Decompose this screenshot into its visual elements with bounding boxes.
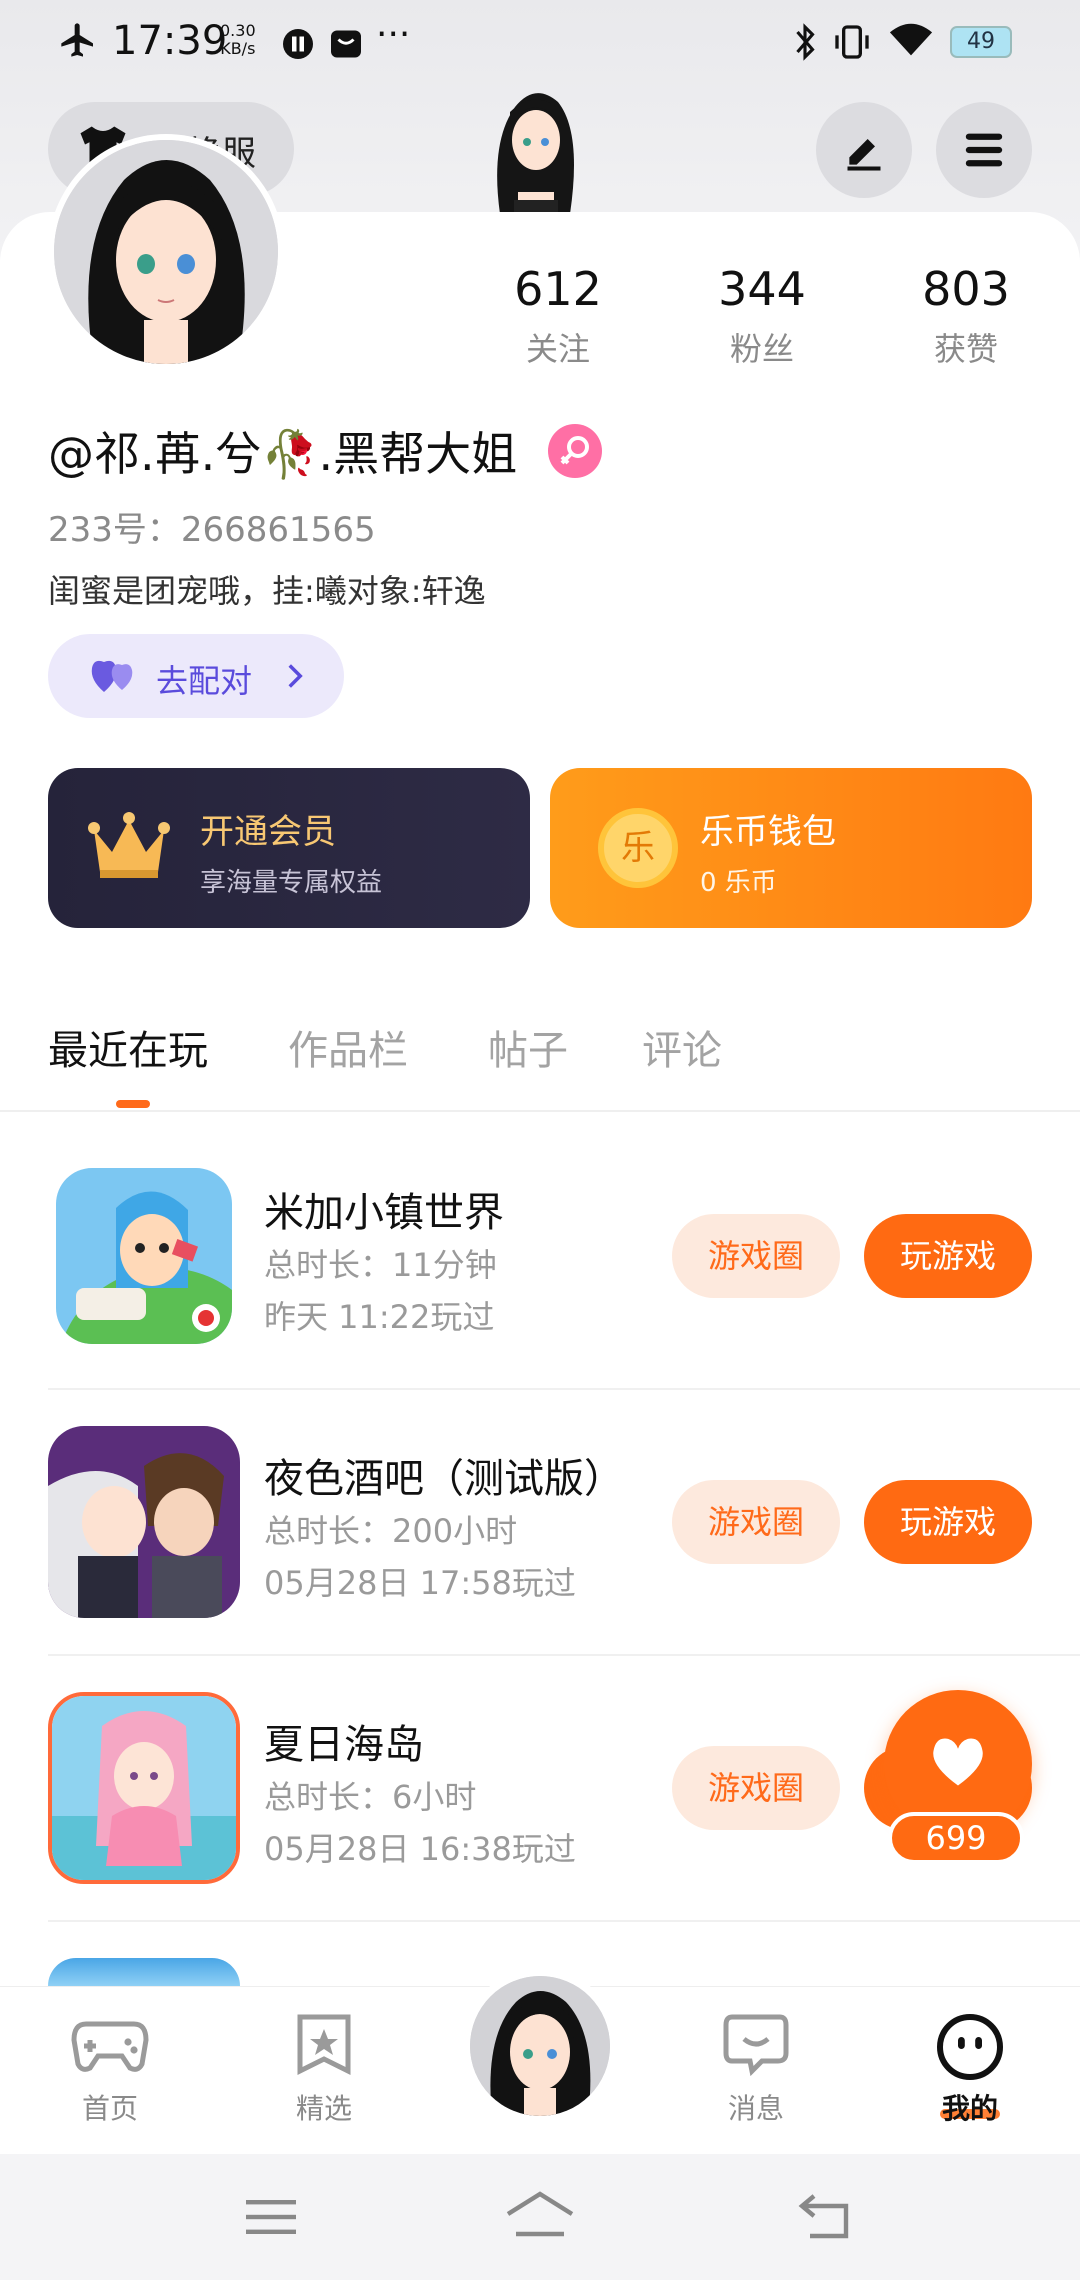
stat-following-label: 关注 bbox=[525, 330, 590, 368]
game-icon-miga bbox=[56, 1168, 232, 1344]
wallet-card[interactable]: 乐 乐币钱包 0 乐币 bbox=[550, 768, 1032, 928]
character-figure-top bbox=[497, 93, 574, 214]
back-icon[interactable] bbox=[794, 2192, 852, 2240]
nav-home[interactable]: 首页 bbox=[40, 1987, 180, 2155]
match-button[interactable]: 去配对 bbox=[48, 634, 344, 718]
stat-fans-label: 粉丝 bbox=[729, 330, 794, 368]
tab-works[interactable]: 作品栏 bbox=[288, 1018, 408, 1076]
crown-icon bbox=[88, 812, 170, 878]
network-speed: 0.30 KB/s bbox=[220, 21, 256, 58]
nav-avatar-image bbox=[470, 1976, 610, 2116]
status-bar: 17:39 0.30 KB/s ··· 49 bbox=[0, 0, 1080, 84]
game-icon-summer-island bbox=[48, 1692, 240, 1884]
game-circle-button[interactable]: 游戏圈 bbox=[672, 1480, 840, 1564]
game-row[interactable]: 夜色酒吧（测试版） 总时长：200小时 05月28日 17:58玩过 游戏圈 玩… bbox=[0, 1426, 1080, 1700]
profile-avatar[interactable] bbox=[48, 134, 284, 370]
mail-notification-icon bbox=[331, 30, 361, 58]
nav-me[interactable]: 我的 bbox=[900, 1987, 1040, 2155]
stat-likes-label: 获赞 bbox=[933, 330, 998, 368]
stat-fans[interactable]: 344 粉丝 bbox=[682, 262, 842, 370]
row-divider bbox=[48, 1920, 1080, 1922]
heart-icon bbox=[933, 1738, 983, 1786]
bluetooth-icon bbox=[796, 23, 815, 61]
battery-icon: 49 bbox=[950, 26, 1012, 58]
edit-profile-button[interactable] bbox=[816, 102, 912, 198]
gamepad-icon bbox=[71, 2021, 149, 2072]
game-icon-partial bbox=[48, 1958, 240, 1986]
game-duration: 总时长：11分钟 bbox=[264, 1246, 497, 1284]
game-duration: 总时长：200小时 bbox=[264, 1512, 518, 1550]
nav-featured-label: 精选 bbox=[295, 2092, 352, 2125]
user-id: 233号：266861565 bbox=[48, 510, 376, 550]
tab-comments[interactable]: 评论 bbox=[642, 1018, 722, 1076]
nav-me-label: 我的 bbox=[941, 2092, 998, 2125]
star-bookmark-icon bbox=[297, 2014, 351, 2076]
vip-title: 开通会员 bbox=[200, 812, 336, 852]
game-title: 夜色酒吧（测试版） bbox=[264, 1456, 624, 1502]
stat-fans-value: 344 bbox=[718, 262, 806, 316]
game-title: 米加小镇世界 bbox=[264, 1190, 504, 1236]
username: @祁.苒.兮🥀.黑帮大姐 bbox=[48, 427, 518, 481]
more-notifications: ··· bbox=[376, 14, 411, 55]
like-count: 699 bbox=[888, 1812, 1024, 1864]
nav-messages-label: 消息 bbox=[727, 2092, 784, 2125]
game-title: 夏日海岛 bbox=[264, 1722, 424, 1768]
game-last-played: 昨天 11:22玩过 bbox=[264, 1298, 495, 1336]
game-last-played: 05月28日 16:38玩过 bbox=[264, 1830, 576, 1868]
avatar-illustration bbox=[54, 140, 278, 364]
airplane-mode-icon bbox=[61, 23, 93, 57]
female-gender-icon bbox=[548, 424, 602, 478]
tab-active-indicator bbox=[116, 1100, 150, 1108]
smiley-face-icon bbox=[937, 2014, 1003, 2080]
game-duration: 总时长：6小时 bbox=[264, 1778, 477, 1816]
home-icon[interactable] bbox=[504, 2190, 576, 2240]
stat-likes-value: 803 bbox=[922, 262, 1010, 316]
game-circle-button[interactable]: 游戏圈 bbox=[672, 1214, 840, 1298]
nav-messages[interactable]: 消息 bbox=[686, 1987, 826, 2155]
app-notification-icon bbox=[283, 29, 313, 59]
nav-home-label: 首页 bbox=[81, 2092, 138, 2125]
vibrate-icon bbox=[835, 25, 869, 59]
avatar-image bbox=[54, 140, 278, 364]
vip-subtitle: 享海量专属权益 bbox=[200, 868, 383, 898]
row-divider bbox=[48, 1388, 1080, 1390]
match-button-label: 去配对 bbox=[156, 662, 253, 700]
pencil-icon bbox=[847, 139, 881, 171]
stat-likes[interactable]: 803 获赞 bbox=[886, 262, 1046, 370]
wifi-icon bbox=[889, 23, 933, 56]
recent-apps-icon[interactable] bbox=[244, 2196, 298, 2238]
game-circle-button[interactable]: 游戏圈 bbox=[672, 1746, 840, 1830]
hamburger-icon bbox=[965, 133, 1003, 167]
game-row[interactable]: 米加小镇世界 总时长：11分钟 昨天 11:22玩过 游戏圈 玩游戏 bbox=[0, 1168, 1080, 1434]
nav-avatar-center[interactable] bbox=[462, 1968, 618, 2124]
stat-following-value: 612 bbox=[514, 262, 602, 316]
chat-bubble-icon bbox=[723, 2014, 789, 2077]
tabs-divider bbox=[0, 1110, 1080, 1112]
tab-posts[interactable]: 帖子 bbox=[488, 1018, 568, 1076]
play-game-button[interactable]: 玩游戏 bbox=[864, 1214, 1032, 1298]
play-game-button[interactable]: 玩游戏 bbox=[864, 1480, 1032, 1564]
row-divider bbox=[48, 1654, 1080, 1656]
vip-card[interactable]: 开通会员 享海量专属权益 bbox=[48, 768, 530, 928]
menu-button[interactable] bbox=[936, 102, 1032, 198]
stat-following[interactable]: 612 关注 bbox=[478, 262, 638, 370]
tab-recently-played[interactable]: 最近在玩 bbox=[48, 1018, 208, 1076]
hearts-icon bbox=[91, 660, 133, 692]
user-bio: 闺蜜是团宠哦，挂:曦对象:轩逸 bbox=[48, 572, 486, 610]
nav-featured[interactable]: 精选 bbox=[254, 1987, 394, 2155]
game-icon-night-bar bbox=[48, 1426, 240, 1618]
system-nav-bar bbox=[0, 2154, 1080, 2280]
game-last-played: 05月28日 17:58玩过 bbox=[264, 1564, 576, 1602]
wallet-balance: 0 乐币 bbox=[700, 868, 777, 898]
wallet-title: 乐币钱包 bbox=[700, 812, 836, 852]
coin-icon: 乐 bbox=[598, 808, 678, 888]
status-time: 17:39 bbox=[112, 18, 228, 64]
chevron-right-icon bbox=[288, 664, 303, 688]
